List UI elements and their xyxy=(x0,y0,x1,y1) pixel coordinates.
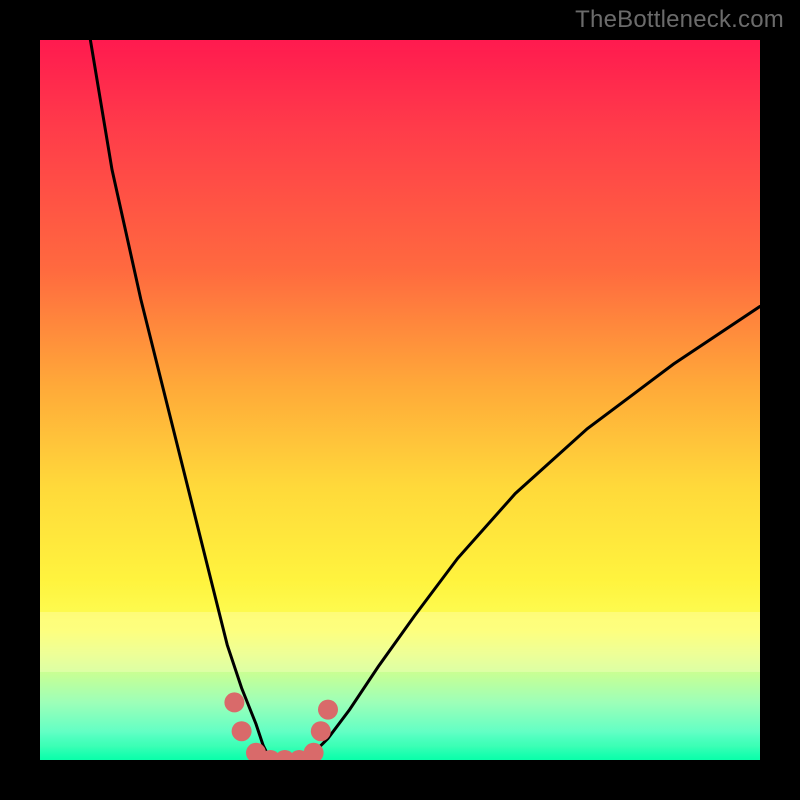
sweet-spot-marker xyxy=(224,692,244,712)
plot-area xyxy=(40,40,760,760)
sweet-spot-marker xyxy=(232,721,252,741)
sweet-spot-marker xyxy=(311,721,331,741)
chart-frame: TheBottleneck.com xyxy=(0,0,800,800)
watermark-text: TheBottleneck.com xyxy=(575,6,784,34)
bottleneck-curve xyxy=(90,40,760,760)
curve-layer xyxy=(40,40,760,760)
sweet-spot-markers xyxy=(224,692,338,760)
sweet-spot-marker xyxy=(318,700,338,720)
